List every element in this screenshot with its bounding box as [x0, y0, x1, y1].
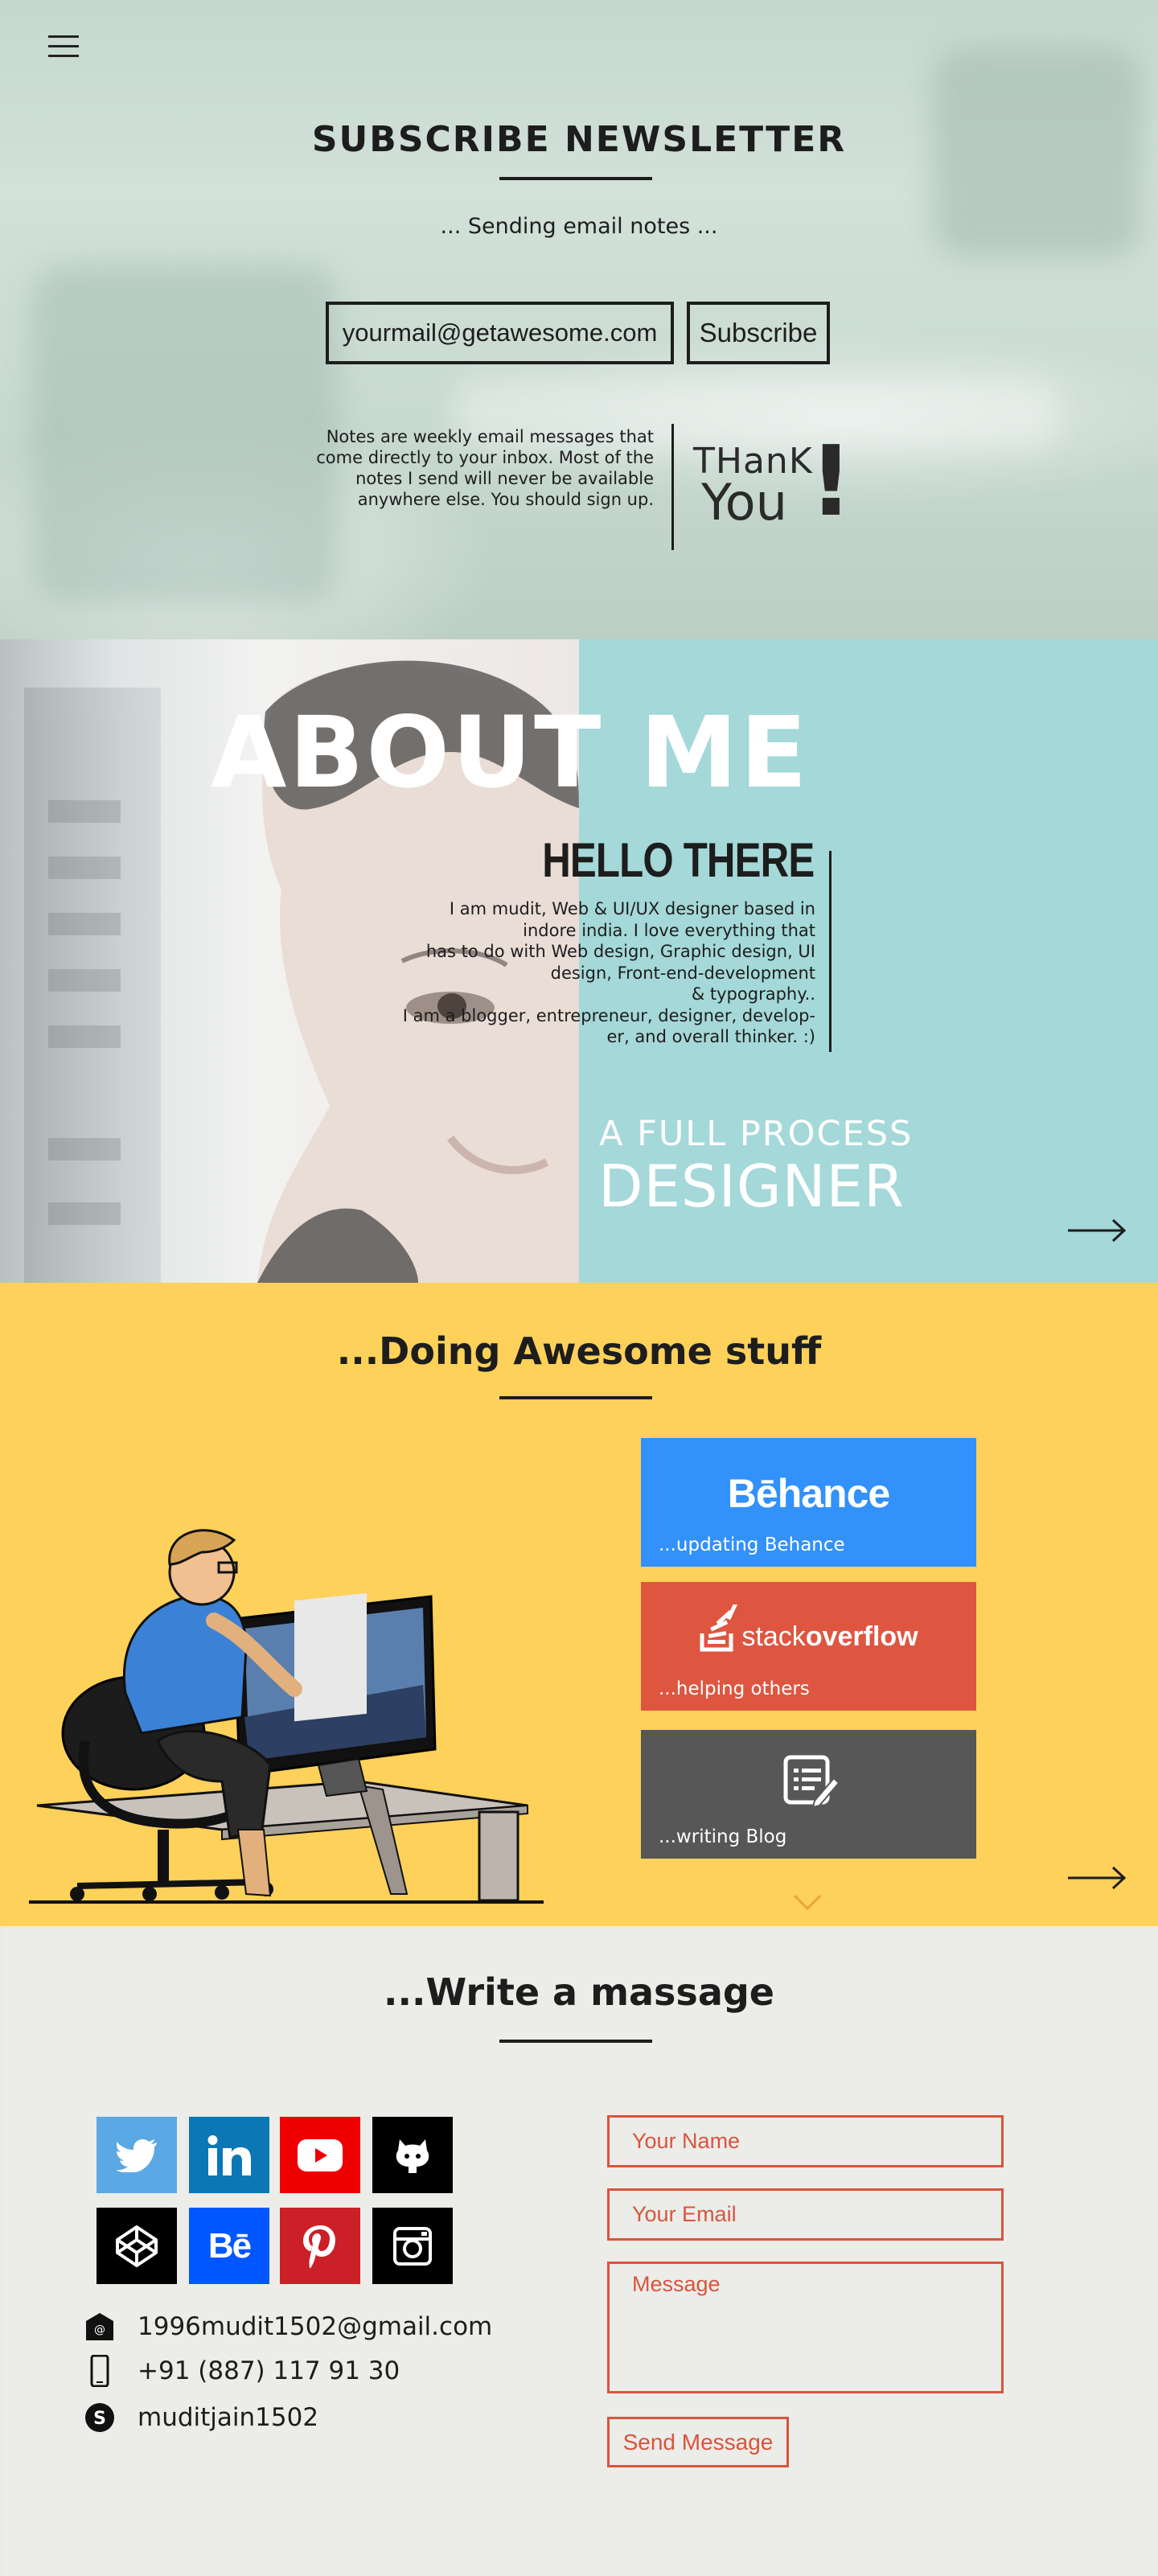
github-icon[interactable]	[372, 2117, 453, 2193]
codepen-icon[interactable]	[96, 2208, 177, 2284]
newsletter-note: Notes are weekly email messages that com…	[316, 427, 654, 509]
newsletter-section: SUBSCRIBE NEWSLETTER ... Sending email n…	[0, 0, 1158, 639]
tagline-small: A FULL PROCESS	[599, 1114, 914, 1154]
behance-glyph: Bē	[207, 2225, 252, 2266]
behance-logo: Bēhance	[727, 1471, 890, 1516]
linkedin-icon[interactable]	[189, 2117, 269, 2193]
next-arrow-icon[interactable]	[1068, 1218, 1126, 1243]
bio-line: has to do with Web design, Graphic desig…	[425, 942, 815, 961]
you-text: You	[701, 473, 787, 532]
stackoverflow-wordmark-light: stack	[741, 1621, 806, 1652]
bio-line: er, and overall thinker. :)	[606, 1027, 815, 1046]
svg-text:S: S	[93, 2409, 106, 2429]
phone-icon	[90, 2355, 109, 2387]
skype-text: muditjain1502	[138, 2403, 319, 2432]
phone-text: +91 (887) 117 91 30	[138, 2356, 400, 2385]
note-divider	[671, 424, 674, 550]
hello-heading: HELLO THERE	[541, 833, 815, 887]
email-text: 1996mudit1502@gmail.com	[138, 2312, 493, 2341]
awesome-title: ...Doing Awesome stuff	[336, 1329, 822, 1373]
title-divider	[499, 1396, 652, 1399]
stackoverflow-icon	[700, 1602, 738, 1652]
svg-text:@: @	[94, 2323, 105, 2336]
awesome-section: ...Doing Awesome stuff Bēhance ...updati…	[0, 1283, 1158, 1926]
newsletter-email-input[interactable]	[326, 302, 674, 364]
newsletter-subtitle: ... Sending email notes ...	[440, 214, 718, 239]
bio-line: I am mudit, Web & UI/UX designer based i…	[449, 899, 815, 918]
next-arrow-icon[interactable]	[1068, 1866, 1126, 1890]
bio-line: I am a blogger, entrepreneur, designer, …	[402, 1005, 815, 1025]
message-textarea[interactable]	[607, 2262, 1004, 2393]
skype-icon: S	[85, 2403, 114, 2432]
email-input[interactable]	[607, 2188, 1004, 2241]
send-message-button[interactable]: Send Message	[607, 2417, 789, 2467]
email-contact: @ 1996mudit1502@gmail.com	[84, 2311, 492, 2343]
contact-title: ...Write a massage	[384, 1970, 774, 2014]
title-divider	[499, 177, 652, 180]
window-illustration	[24, 688, 161, 1283]
newsletter-title: SUBSCRIBE NEWSLETTER	[311, 119, 847, 160]
about-title: ABOUT ME	[211, 696, 810, 810]
email-icon: @	[86, 2313, 113, 2340]
title-divider	[499, 2040, 652, 2043]
hamburger-menu-icon[interactable]	[48, 35, 79, 60]
twitter-icon[interactable]	[96, 2117, 177, 2193]
bio-line: design, Front-end-development	[550, 963, 815, 983]
contact-section: ...Write a massage Bē @ 1996mudit1502@gm…	[4, 1926, 1158, 2576]
blog-card[interactable]: ...writing Blog	[641, 1730, 976, 1859]
exclamation-mark: !	[809, 426, 853, 538]
card-caption: ...updating Behance	[659, 1535, 845, 1555]
youtube-icon[interactable]	[280, 2117, 360, 2193]
skype-contact: S muditjain1502	[84, 2401, 318, 2434]
tagline-big: DESIGNER	[598, 1152, 905, 1220]
card-caption: ...helping others	[659, 1678, 810, 1699]
about-bio: I am mudit, Web & UI/UX designer based i…	[354, 898, 815, 1048]
about-section: ABOUT ME HELLO THERE I am mudit, Web & U…	[0, 639, 1158, 1283]
blog-icon	[783, 1755, 839, 1807]
behance-card[interactable]: Bēhance ...updating Behance	[641, 1438, 976, 1567]
phone-contact: +91 (887) 117 91 30	[84, 2355, 400, 2387]
bio-line: indore india. I love everything that	[523, 920, 815, 940]
pinterest-icon[interactable]	[280, 2208, 360, 2284]
designer-at-desk-illustration	[29, 1529, 544, 1904]
stackoverflow-wordmark-bold: overflow	[805, 1621, 918, 1652]
stackoverflow-logo: stackoverflow	[641, 1602, 976, 1653]
card-caption: ...writing Blog	[659, 1826, 787, 1847]
subscribe-button[interactable]: Subscribe	[687, 302, 830, 364]
chevron-down-icon[interactable]	[793, 1894, 822, 1910]
behance-icon[interactable]: Bē	[189, 2208, 269, 2284]
bio-divider	[829, 851, 832, 1052]
bio-line: & typography..	[691, 984, 815, 1004]
name-input[interactable]	[607, 2115, 1004, 2167]
background-blur	[32, 265, 338, 603]
stackoverflow-card[interactable]: stackoverflow ...helping others	[641, 1582, 976, 1711]
instagram-icon[interactable]	[372, 2208, 453, 2284]
